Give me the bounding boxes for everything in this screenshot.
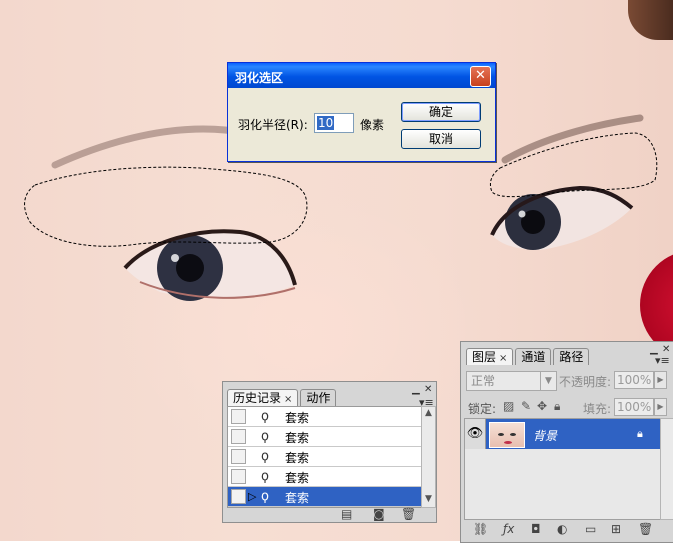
opacity-slider-arrow-icon[interactable]: ▶ — [654, 371, 667, 389]
tab-channels-label: 通道 — [521, 350, 546, 364]
ok-button[interactable]: 确定 — [401, 102, 481, 122]
snapshot-checkbox[interactable] — [231, 409, 246, 424]
blend-mode-value: 正常 — [471, 374, 496, 388]
history-item-label: 套索 — [285, 431, 310, 445]
fill-input[interactable]: 100% — [614, 398, 654, 416]
layer-lock-icon: 🔒︎ — [637, 427, 643, 440]
history-state-marker-icon[interactable]: ▷ — [248, 490, 256, 503]
snapshot-checkbox[interactable] — [231, 469, 246, 484]
history-footer: ▤ ◙ 🗑 — [223, 507, 436, 521]
panel-menu-icon[interactable]: ▾≡ — [655, 354, 670, 367]
link-layers-icon[interactable]: ⛓ — [473, 522, 488, 536]
delete-state-icon[interactable]: 🗑 — [401, 507, 416, 521]
lock-transparent-pixels-icon[interactable]: ▨ — [503, 399, 514, 413]
tab-actions[interactable]: 动作 — [300, 389, 337, 406]
right-eye-highlight — [518, 210, 526, 218]
history-item-active[interactable]: ▷ ϙ 套索 — [228, 487, 421, 507]
left-eye-highlight — [171, 254, 179, 262]
tab-history-label: 历史记录 — [233, 391, 282, 405]
lock-all-icon[interactable]: 🔒︎ — [554, 399, 560, 414]
new-document-from-state-icon[interactable]: ▤ — [341, 507, 352, 521]
history-item-label: 套索 — [285, 451, 310, 465]
history-item[interactable]: ϙ 套索 — [228, 427, 421, 447]
fill-value: 100% — [617, 400, 652, 414]
lasso-icon: ϙ — [261, 429, 269, 444]
new-layer-icon[interactable]: ⊞ — [611, 522, 621, 536]
history-list: ϙ 套索 ϙ 套索 ϙ 套索 ϙ 套索 ▷ ϙ 套索 — [227, 406, 422, 508]
lasso-icon: ϙ — [261, 469, 269, 484]
tab-layers[interactable]: 图层 × — [466, 348, 514, 365]
opacity-input[interactable]: 100% — [614, 371, 654, 389]
new-group-icon[interactable]: ▭ — [585, 522, 596, 536]
tab-actions-label: 动作 — [306, 391, 331, 405]
history-tabs: 历史记录 × 动作 — [227, 389, 338, 406]
unit-label: 像素 — [360, 118, 385, 132]
lock-label: 锁定: — [468, 402, 497, 416]
tab-history[interactable]: 历史记录 × — [227, 389, 299, 406]
chevron-down-icon: ▼ — [540, 372, 556, 390]
layers-footer: ⛓ ƒx ◘ ◐ ▭ ⊞ 🗑 — [461, 522, 673, 540]
layer-list: 👁︎ 背景 🔒︎ — [464, 418, 661, 520]
delete-layer-icon[interactable]: 🗑 — [638, 522, 653, 536]
history-item[interactable]: ϙ 套索 — [228, 467, 421, 487]
snapshot-checkbox[interactable] — [231, 489, 246, 504]
close-icon: ✕ — [475, 68, 486, 83]
dialog-title: 羽化选区 — [235, 71, 284, 85]
opacity-value: 100% — [617, 373, 652, 387]
history-item[interactable]: ϙ 套索 — [228, 407, 421, 427]
feather-radius-label: 羽化半径(R): — [238, 118, 308, 132]
cancel-button[interactable]: 取消 — [401, 129, 481, 149]
blend-mode-select[interactable]: 正常 ▼ — [466, 371, 557, 391]
history-item[interactable]: ϙ 套索 — [228, 447, 421, 467]
layers-tabs: 图层 × 通道 路径 — [466, 348, 591, 365]
tab-layers-label: 图层 — [472, 350, 497, 364]
feather-radius-value: 10 — [317, 116, 335, 130]
new-snapshot-icon[interactable]: ◙ — [373, 507, 385, 521]
layer-style-fx-icon[interactable]: ƒx — [503, 522, 514, 536]
layers-scrollbar[interactable] — [660, 418, 673, 520]
layers-panel: ▁ ✕ 图层 × 通道 路径 ▾≡ 正常 ▼ 不透明度: 100% ▶ 锁定: ▨ ✎… — [460, 341, 673, 543]
tab-channels[interactable]: 通道 — [515, 348, 552, 365]
adjustment-layer-icon[interactable]: ◐ — [557, 522, 567, 536]
fill-slider-arrow-icon[interactable]: ▶ — [654, 398, 667, 416]
snapshot-checkbox[interactable] — [231, 449, 246, 464]
lock-position-icon[interactable]: ✥ — [537, 399, 547, 413]
panel-minimize-icon[interactable]: ▁ — [412, 384, 420, 395]
layer-visibility-toggle[interactable]: 👁︎ — [465, 419, 486, 449]
scroll-up-icon[interactable]: ▲ — [422, 407, 435, 420]
tab-close-icon[interactable]: × — [499, 353, 507, 364]
dialog-titlebar[interactable]: 羽化选区 ✕ — [228, 63, 495, 88]
layer-row-background[interactable]: 👁︎ 背景 🔒︎ — [465, 419, 660, 449]
lasso-selection-left — [24, 166, 308, 247]
panel-close-icon[interactable]: ✕ — [424, 384, 432, 395]
dialog-body: 羽化半径(R): 10 像素 确定 取消 — [228, 88, 495, 161]
opacity-label: 不透明度: — [559, 375, 612, 389]
scroll-down-icon[interactable]: ▼ — [422, 493, 435, 506]
lasso-icon: ϙ — [261, 449, 269, 464]
history-item-label: 套索 — [285, 491, 310, 505]
left-pupil — [176, 254, 204, 282]
close-button[interactable]: ✕ — [470, 66, 491, 87]
layer-thumbnail — [489, 422, 525, 448]
layer-name[interactable]: 背景 — [533, 427, 557, 444]
lasso-icon: ϙ — [261, 409, 269, 424]
tab-paths-label: 路径 — [559, 350, 584, 364]
feather-selection-dialog: 羽化选区 ✕ 羽化半径(R): 10 像素 确定 取消 — [227, 62, 496, 162]
history-panel: ▁ ✕ 历史记录×动作 ▾≡ ϙ 套索 ϙ 套索 ϙ 套索 ϙ 套索 ▷ ϙ — [222, 381, 437, 523]
right-eyebrow — [501, 114, 644, 164]
feather-radius-input[interactable]: 10 — [314, 113, 354, 133]
lock-image-pixels-icon[interactable]: ✎ — [521, 399, 531, 413]
history-item-label: 套索 — [285, 411, 310, 425]
history-scrollbar[interactable]: ▲ ▼ — [421, 406, 436, 508]
tab-paths[interactable]: 路径 — [553, 348, 590, 365]
add-mask-icon[interactable]: ◘ — [531, 522, 541, 536]
snapshot-checkbox[interactable] — [231, 429, 246, 444]
lasso-icon: ϙ — [261, 489, 269, 504]
fill-label: 填充: — [583, 402, 612, 416]
history-item-label: 套索 — [285, 471, 310, 485]
eye-icon: 👁︎ — [466, 426, 484, 441]
tab-close-icon[interactable]: × — [284, 394, 292, 405]
